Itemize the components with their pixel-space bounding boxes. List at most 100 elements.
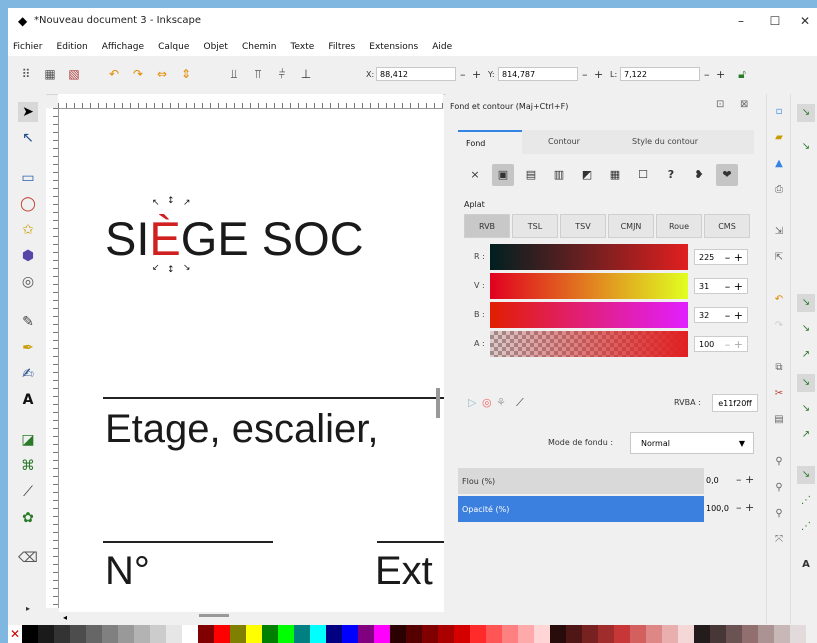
palette-swatch[interactable] (774, 625, 790, 643)
mesh-gradient-icon[interactable]: ◩ (576, 164, 598, 186)
zoom-selection-icon[interactable]: ⚲ (771, 454, 787, 470)
select-all-layers-icon[interactable]: ▦ (42, 66, 58, 82)
palette-swatch[interactable] (326, 625, 342, 643)
menu-objet[interactable]: Objet (198, 37, 231, 52)
tab-contour[interactable]: Contour (534, 130, 604, 154)
mode-tsv[interactable]: TSV (560, 214, 606, 238)
linear-gradient-icon[interactable]: ▤ (520, 164, 542, 186)
palette-swatch[interactable] (38, 625, 54, 643)
menu-affichage[interactable]: Affichage (97, 37, 148, 52)
redo-icon[interactable]: ↷ (771, 318, 787, 334)
selection-handle-t[interactable]: ↕ (167, 196, 175, 206)
tab-fond[interactable]: Fond (458, 130, 522, 154)
width-decrement-button[interactable]: – (704, 68, 710, 81)
blue-slider[interactable] (490, 302, 688, 328)
palette-swatch[interactable] (614, 625, 630, 643)
palette-swatch[interactable] (582, 625, 598, 643)
snap-paths-icon[interactable]: ↘ (797, 320, 815, 338)
star-tool-icon[interactable]: ✩ (18, 220, 38, 240)
dialog-close-icon[interactable]: ⊠ (740, 99, 748, 110)
palette-swatch[interactable] (358, 625, 374, 643)
cut-icon[interactable]: ✂ (771, 386, 787, 402)
maximize-button[interactable]: ☐ (760, 11, 790, 31)
red-value-input[interactable]: 225 – + (694, 249, 748, 265)
palette-swatch[interactable] (198, 625, 214, 643)
scroll-thumb[interactable] (199, 614, 229, 617)
no-paint-swatch-icon[interactable]: ✕ (8, 625, 22, 643)
palette-swatch[interactable] (342, 625, 358, 643)
menu-filtres[interactable]: Filtres (323, 37, 359, 52)
scroll-left-icon[interactable]: ◂ (63, 613, 67, 622)
palette-swatch[interactable] (470, 625, 486, 643)
ellipse-tool-icon[interactable]: ◯ (18, 194, 38, 214)
snap-text-baseline-icon[interactable]: ⋰ (797, 492, 815, 510)
palette-swatch[interactable] (758, 625, 774, 643)
palette-swatch[interactable] (694, 625, 710, 643)
canvas-text-etage[interactable]: Etage, escalier, (105, 407, 379, 452)
palette-swatch[interactable] (518, 625, 534, 643)
canvas-text-numero[interactable]: N° (105, 549, 150, 594)
palette-swatch[interactable] (214, 625, 230, 643)
flip-vertical-icon[interactable]: ⇕ (178, 66, 194, 82)
flat-color-icon[interactable]: ▣ (492, 164, 514, 186)
y-increment-button[interactable]: + (594, 68, 603, 81)
y-decrement-button[interactable]: – (582, 68, 588, 81)
copy-icon[interactable]: ⧉ (771, 360, 787, 376)
rectangle-tool-icon[interactable]: ▭ (18, 168, 38, 188)
pencil-tool-icon[interactable]: ✎ (18, 312, 38, 332)
palette-swatch[interactable] (70, 625, 86, 643)
palette-swatch[interactable] (662, 625, 678, 643)
palette-swatch[interactable] (294, 625, 310, 643)
alpha-value-input[interactable]: 100 – + (694, 336, 748, 352)
snap-guide-icon[interactable]: A (797, 556, 815, 574)
eraser-tool-icon[interactable]: ⌫ (18, 548, 38, 568)
snap-intersections-icon[interactable]: ↗ (797, 346, 815, 364)
canvas-text-siege[interactable]: SIÈGE SOC (105, 211, 364, 266)
width-input[interactable]: 7,122 (620, 67, 700, 81)
flip-horizontal-icon[interactable]: ⇔ (154, 66, 170, 82)
alpha-slider[interactable] (490, 331, 688, 357)
close-button[interactable]: ✕ (790, 11, 817, 31)
width-increment-button[interactable]: + (716, 68, 725, 81)
snap-others-icon[interactable]: ↘ (797, 466, 815, 484)
mode-cms[interactable]: CMS (704, 214, 750, 238)
palette-swatch[interactable] (550, 625, 566, 643)
dialog-float-icon[interactable]: ⊡ (716, 99, 724, 110)
mode-cmjn[interactable]: CMJN (608, 214, 654, 238)
selection-handle-tr[interactable]: ↗ (183, 198, 191, 208)
canvas-scroll-handle[interactable] (436, 388, 440, 418)
selection-handle-tl[interactable]: ↖ (152, 198, 160, 208)
alpha-spin-buttons[interactable]: – + (725, 337, 743, 353)
palette-swatch[interactable] (598, 625, 614, 643)
palette-swatch[interactable] (390, 625, 406, 643)
blend-mode-select[interactable]: Normal ▼ (630, 432, 754, 454)
palette-swatch[interactable] (726, 625, 742, 643)
spray-tool-icon[interactable]: ✿ (18, 508, 38, 528)
print-icon[interactable]: ⎙ (771, 182, 787, 198)
palette-swatch[interactable] (566, 625, 582, 643)
menu-edition[interactable]: Edition (52, 37, 92, 52)
red-spin-buttons[interactable]: – + (725, 250, 743, 266)
palette-swatch[interactable] (630, 625, 646, 643)
snap-bbox-icon[interactable]: ↘ (797, 138, 815, 156)
blue-value-input[interactable]: 32 – + (694, 307, 748, 323)
palette-swatch[interactable] (182, 625, 198, 643)
palette-swatch[interactable] (422, 625, 438, 643)
palette-swatch[interactable] (54, 625, 70, 643)
blur-value[interactable]: 0,0 (706, 476, 719, 485)
pick-color-icon[interactable]: ⟋ (516, 396, 524, 410)
lower-to-bottom-icon[interactable]: ⊥ (298, 66, 314, 82)
blue-spin-buttons[interactable]: – + (725, 308, 743, 324)
raise-icon[interactable]: ⫪ (250, 66, 266, 82)
horizontal-scrollbar[interactable]: ◂ (59, 612, 444, 624)
undo-icon[interactable]: ↶ (771, 292, 787, 308)
open-icon[interactable]: ▰ (771, 130, 787, 146)
palette-swatch[interactable] (790, 625, 806, 643)
snap-grid-icon[interactable]: ⋰ (797, 518, 815, 536)
selection-handle-bl[interactable]: ↙ (152, 263, 160, 273)
opacity-spin-buttons[interactable]: – + (736, 501, 754, 514)
zoom-page-icon[interactable]: ⚲ (771, 506, 787, 522)
menu-texte[interactable]: Texte (286, 37, 319, 52)
lock-ratio-icon[interactable]: 🔓︎ (734, 66, 750, 82)
y-input[interactable]: 814,787 (498, 67, 578, 81)
